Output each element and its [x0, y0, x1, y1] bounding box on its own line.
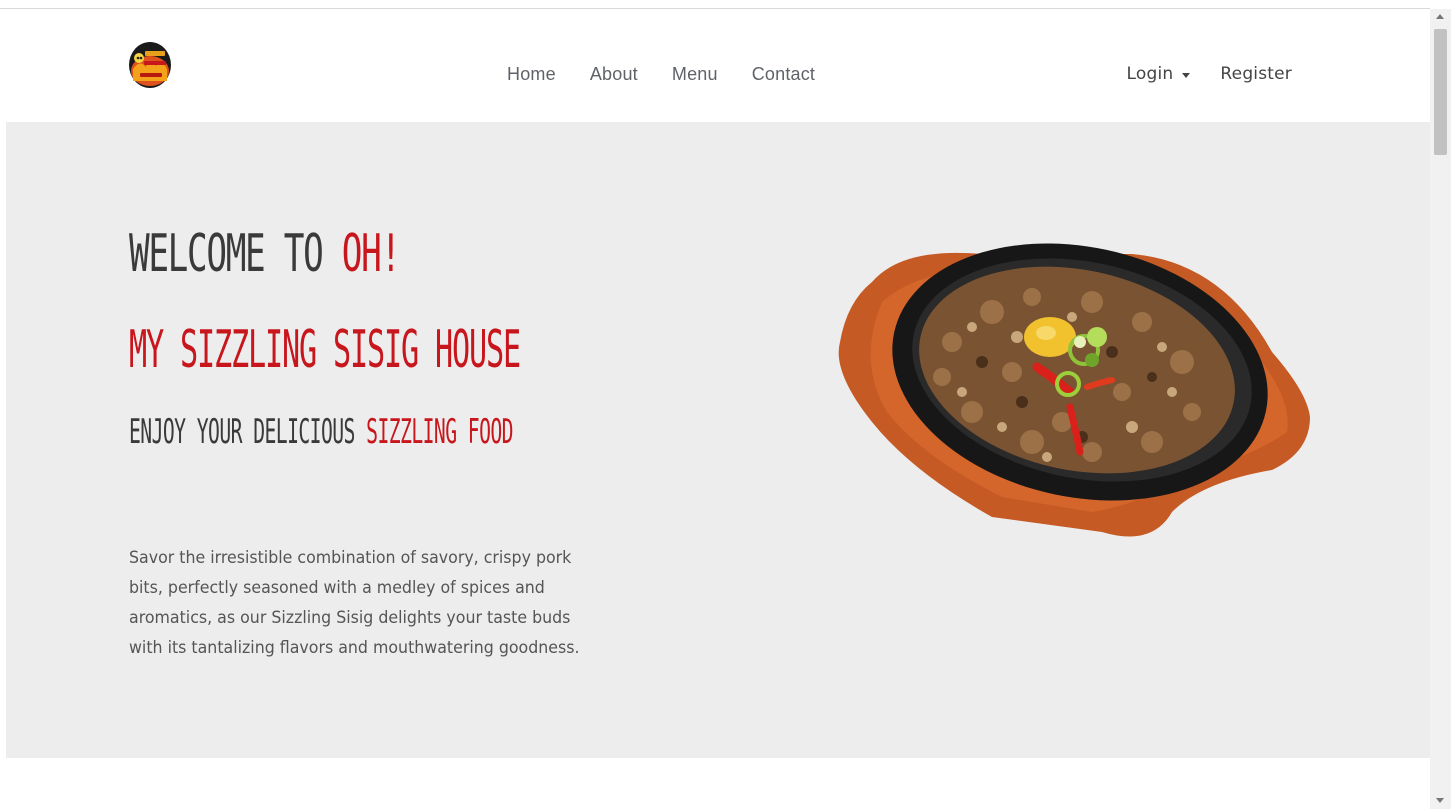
sizzling-sisig-image: [838, 243, 1310, 537]
login-dropdown[interactable]: Login: [1127, 55, 1191, 93]
scroll-down-arrow-icon[interactable]: [1436, 798, 1444, 803]
hero-section: Welcome to Oh! My Sizzling Sisig House E…: [6, 122, 1430, 758]
main-nav: Home About Menu Contact: [490, 55, 832, 93]
login-label: Login: [1126, 64, 1174, 84]
scrollbar-thumb[interactable]: [1434, 29, 1447, 155]
oh-accent-text: Oh!: [341, 224, 401, 284]
hero-tagline: Enjoy Your Delicious Sizzling Food: [129, 412, 514, 452]
nav-home[interactable]: Home: [490, 55, 573, 93]
scroll-up-arrow-icon[interactable]: [1436, 14, 1444, 19]
hero-title-line-1: Welcome to Oh!: [129, 224, 401, 284]
hero-title-line-2: My Sizzling Sisig House: [129, 320, 521, 380]
register-link[interactable]: Register: [1220, 55, 1292, 93]
welcome-text: Welcome to: [129, 224, 342, 284]
vertical-scrollbar[interactable]: [1430, 9, 1451, 809]
account-nav: Login Register: [1127, 55, 1292, 93]
restaurant-logo[interactable]: [128, 39, 172, 89]
tagline-accent: Sizzling Food: [366, 412, 513, 452]
nav-menu[interactable]: Menu: [655, 55, 735, 93]
hero-description: Savor the irresistible combination of sa…: [129, 548, 580, 658]
caret-down-icon: [1182, 72, 1191, 78]
nav-contact[interactable]: Contact: [735, 55, 832, 93]
nav-about[interactable]: About: [573, 55, 655, 93]
tagline-prefix: Enjoy Your Delicious: [129, 412, 367, 452]
navbar: Home About Menu Contact Login Register: [0, 9, 1430, 122]
